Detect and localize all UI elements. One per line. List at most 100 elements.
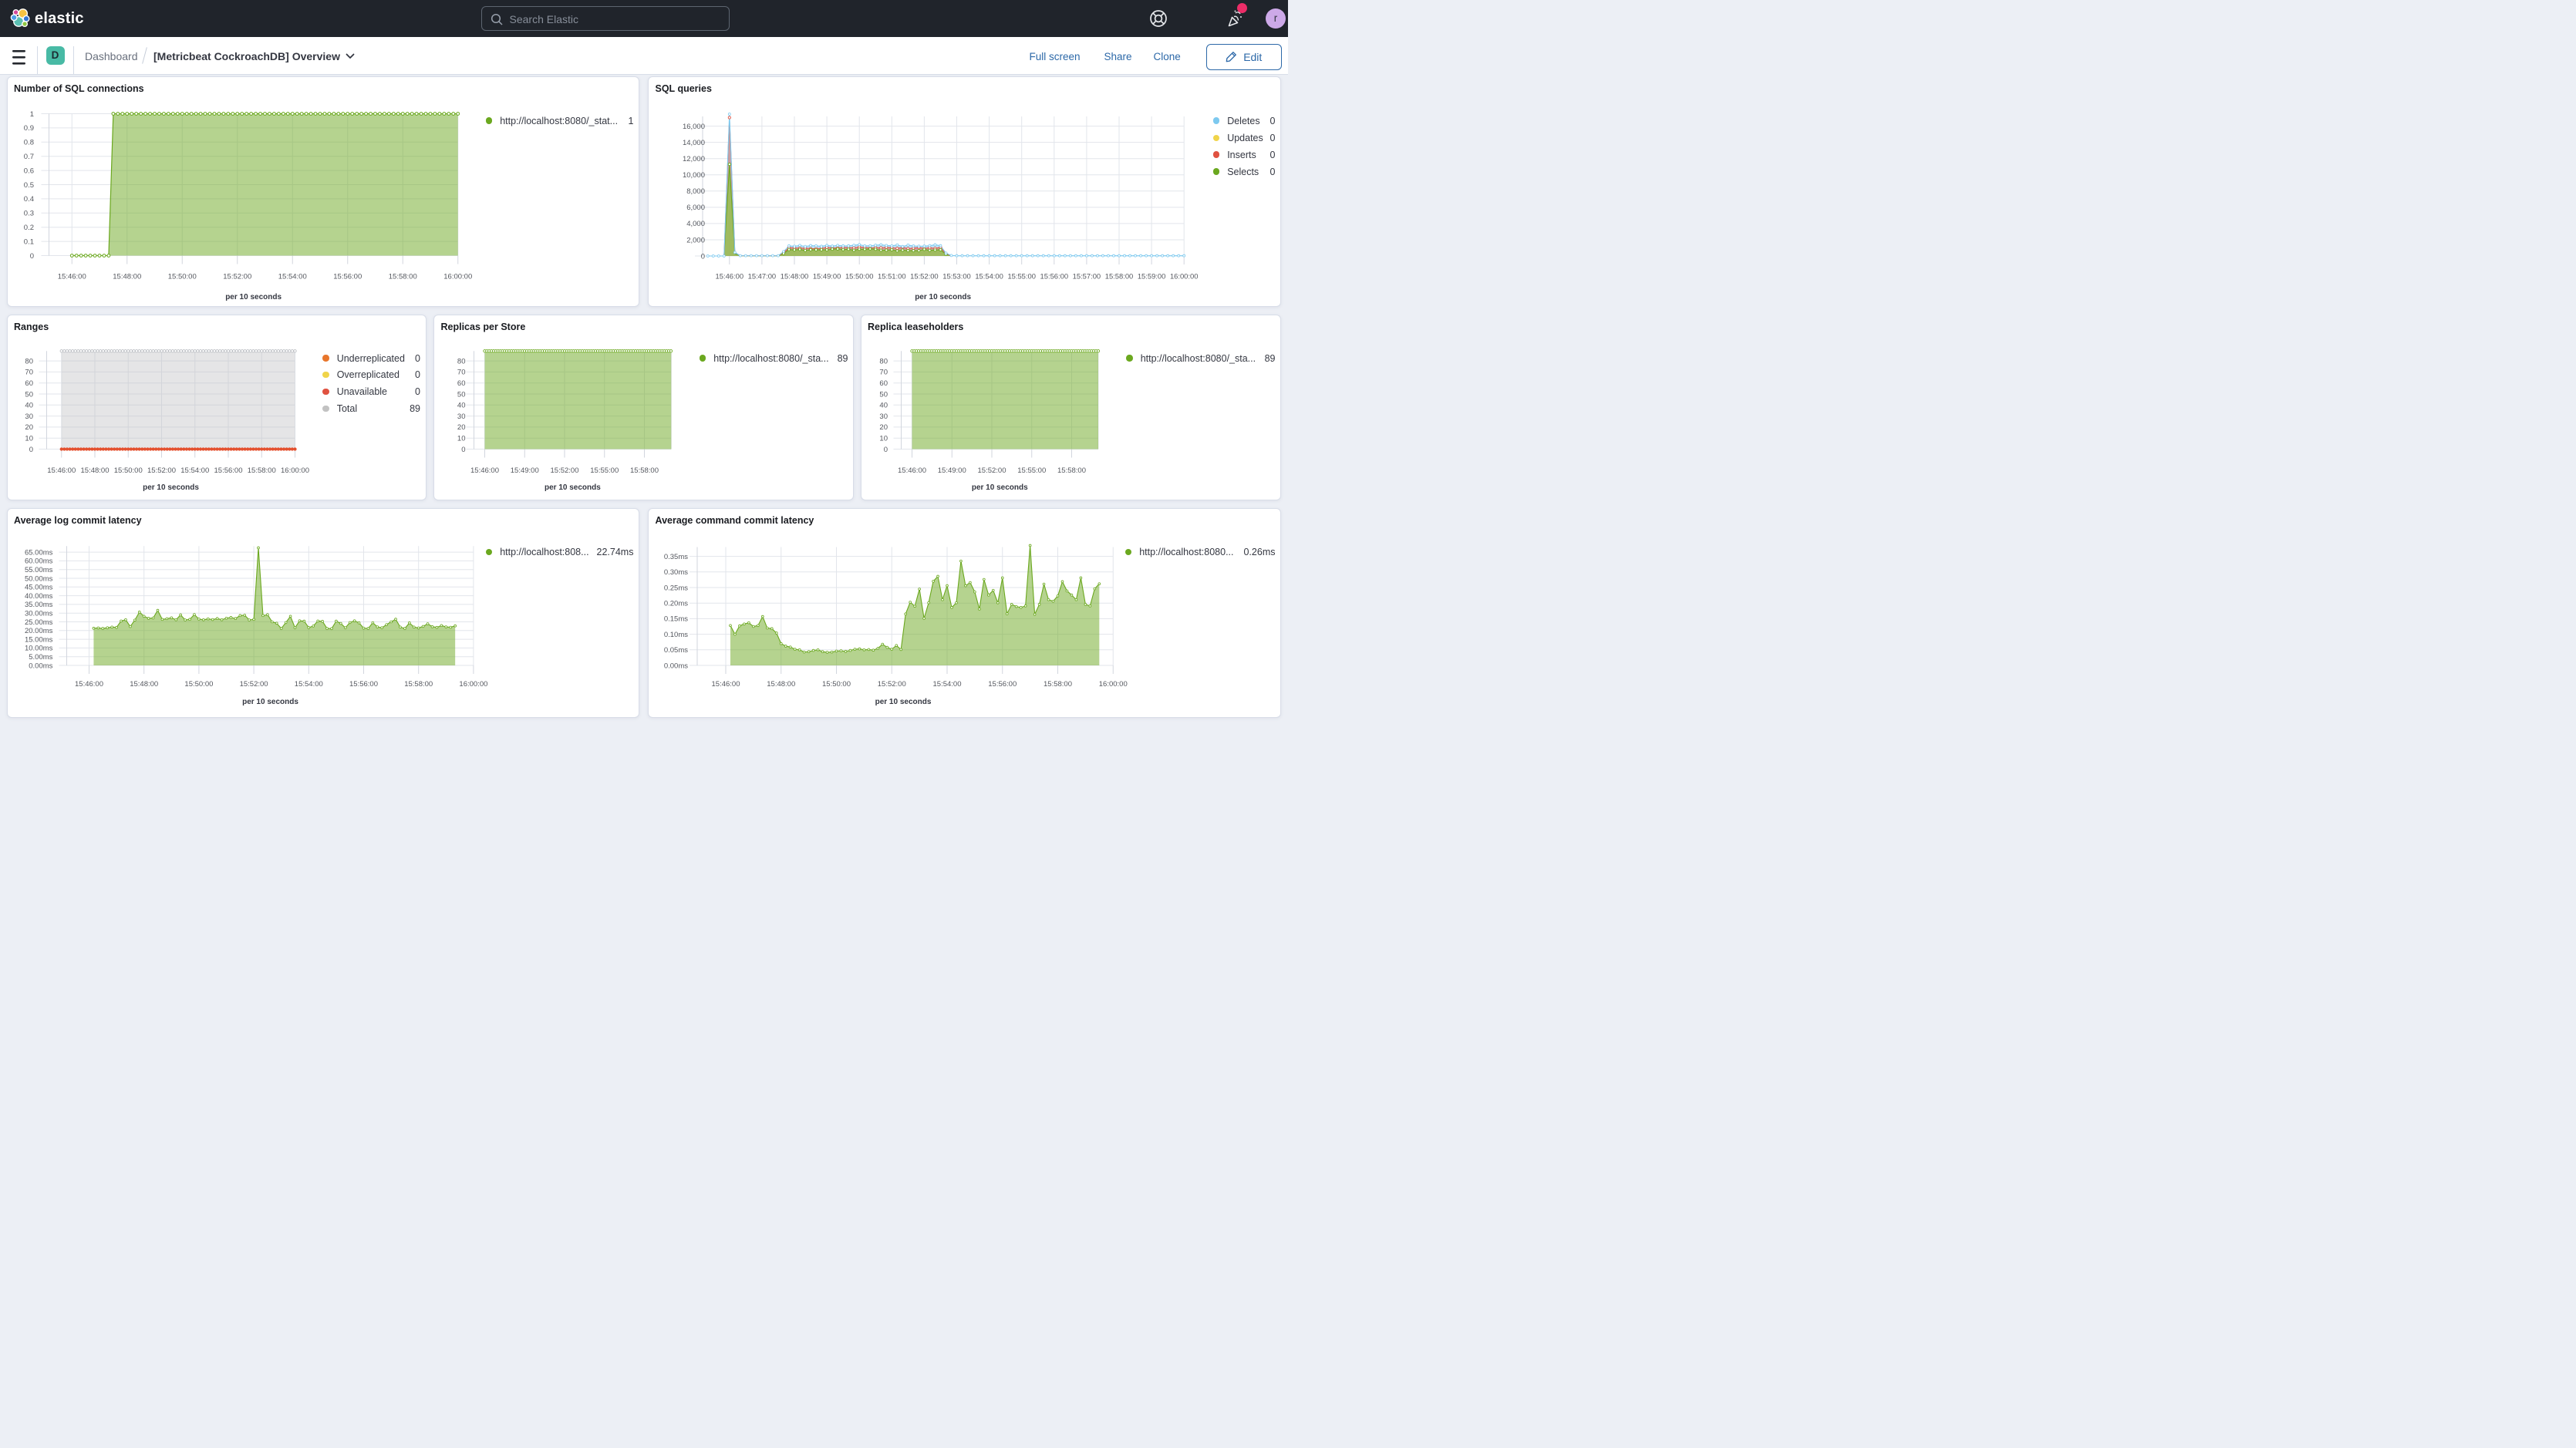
- svg-text:0.7: 0.7: [23, 153, 33, 161]
- svg-text:15:58:00: 15:58:00: [1044, 679, 1072, 688]
- svg-text:30: 30: [25, 413, 33, 421]
- svg-text:50: 50: [457, 390, 466, 399]
- svg-text:0.6: 0.6: [23, 167, 33, 175]
- svg-text:15:55:00: 15:55:00: [1007, 271, 1036, 280]
- svg-text:0.20ms: 0.20ms: [664, 599, 688, 608]
- svg-text:2,000: 2,000: [686, 236, 705, 244]
- svg-text:60.00ms: 60.00ms: [24, 557, 52, 565]
- svg-text:20.00ms: 20.00ms: [24, 627, 52, 635]
- svg-text:10: 10: [457, 435, 466, 443]
- svg-text:50.00ms: 50.00ms: [24, 574, 52, 583]
- svg-text:15:54:00: 15:54:00: [278, 272, 306, 281]
- svg-text:15:56:00: 15:56:00: [333, 272, 362, 281]
- svg-text:0.05ms: 0.05ms: [664, 646, 688, 655]
- svg-text:0.5: 0.5: [23, 180, 33, 189]
- svg-text:0.15ms: 0.15ms: [664, 615, 688, 623]
- svg-text:15:46:00: 15:46:00: [898, 466, 926, 475]
- svg-text:0.10ms: 0.10ms: [664, 630, 688, 638]
- svg-text:0.30ms: 0.30ms: [664, 568, 688, 577]
- svg-text:0.00ms: 0.00ms: [664, 662, 688, 670]
- svg-text:per 10 seconds: per 10 seconds: [915, 293, 971, 301]
- svg-text:15:50:00: 15:50:00: [167, 272, 196, 281]
- svg-text:15:46:00: 15:46:00: [47, 466, 76, 475]
- svg-text:55.00ms: 55.00ms: [24, 566, 52, 574]
- svg-text:20: 20: [879, 423, 888, 432]
- svg-text:70: 70: [457, 369, 466, 377]
- svg-text:15:48:00: 15:48:00: [130, 679, 158, 688]
- svg-text:15:46:00: 15:46:00: [716, 271, 744, 280]
- svg-text:30.00ms: 30.00ms: [24, 609, 52, 618]
- svg-text:15:46:00: 15:46:00: [470, 466, 499, 475]
- svg-text:20: 20: [457, 423, 466, 432]
- svg-text:8,000: 8,000: [686, 187, 705, 196]
- svg-text:15:52:00: 15:52:00: [147, 466, 176, 475]
- svg-text:16:00:00: 16:00:00: [1170, 271, 1199, 280]
- svg-text:15:58:00: 15:58:00: [388, 272, 416, 281]
- svg-text:16:00:00: 16:00:00: [443, 272, 472, 281]
- svg-text:15:49:00: 15:49:00: [511, 466, 539, 475]
- svg-text:0.3: 0.3: [23, 209, 33, 217]
- svg-text:30: 30: [879, 413, 888, 421]
- svg-text:5.00ms: 5.00ms: [29, 653, 52, 662]
- svg-text:15:46:00: 15:46:00: [75, 679, 103, 688]
- svg-text:16:00:00: 16:00:00: [1099, 679, 1128, 688]
- svg-text:40: 40: [879, 402, 888, 410]
- svg-text:0: 0: [461, 446, 465, 454]
- svg-text:40: 40: [457, 402, 466, 410]
- svg-text:15:50:00: 15:50:00: [845, 271, 874, 280]
- svg-text:0.25ms: 0.25ms: [664, 584, 688, 592]
- svg-text:6,000: 6,000: [686, 204, 705, 212]
- svg-text:60: 60: [879, 379, 888, 388]
- svg-text:15:50:00: 15:50:00: [184, 679, 213, 688]
- svg-text:15:56:00: 15:56:00: [349, 679, 378, 688]
- svg-text:0: 0: [701, 252, 705, 261]
- svg-text:15:48:00: 15:48:00: [113, 272, 141, 281]
- svg-text:per 10 seconds: per 10 seconds: [225, 293, 282, 301]
- svg-text:40.00ms: 40.00ms: [24, 591, 52, 600]
- svg-text:15:56:00: 15:56:00: [214, 466, 242, 475]
- svg-text:70: 70: [25, 369, 33, 377]
- svg-text:30: 30: [457, 413, 466, 421]
- svg-text:15:52:00: 15:52:00: [910, 271, 939, 280]
- svg-text:50: 50: [879, 390, 888, 399]
- svg-text:per 10 seconds: per 10 seconds: [875, 698, 932, 706]
- svg-text:70: 70: [879, 369, 888, 377]
- svg-text:15:58:00: 15:58:00: [630, 466, 659, 475]
- svg-text:10: 10: [879, 435, 888, 443]
- svg-text:0: 0: [883, 446, 887, 454]
- svg-text:14,000: 14,000: [683, 138, 705, 146]
- svg-text:15:47:00: 15:47:00: [748, 271, 777, 280]
- svg-text:15:52:00: 15:52:00: [977, 466, 1006, 475]
- svg-text:15:49:00: 15:49:00: [813, 271, 841, 280]
- svg-text:15:58:00: 15:58:00: [1105, 271, 1134, 280]
- svg-text:16:00:00: 16:00:00: [281, 466, 309, 475]
- svg-text:60: 60: [25, 379, 33, 388]
- svg-text:15:55:00: 15:55:00: [590, 466, 619, 475]
- svg-text:40: 40: [25, 402, 33, 410]
- svg-text:15:48:00: 15:48:00: [781, 271, 809, 280]
- svg-text:25.00ms: 25.00ms: [24, 618, 52, 626]
- svg-text:15:52:00: 15:52:00: [223, 272, 251, 281]
- svg-text:15:54:00: 15:54:00: [975, 271, 1003, 280]
- svg-text:0.8: 0.8: [23, 138, 33, 146]
- svg-text:0.9: 0.9: [23, 124, 33, 133]
- svg-text:60: 60: [457, 379, 466, 388]
- svg-text:16:00:00: 16:00:00: [459, 679, 487, 688]
- svg-text:per 10 seconds: per 10 seconds: [545, 483, 601, 492]
- svg-text:10,000: 10,000: [683, 171, 705, 180]
- svg-text:20: 20: [25, 423, 33, 432]
- svg-text:80: 80: [457, 357, 466, 365]
- svg-text:50: 50: [25, 390, 33, 399]
- svg-text:35.00ms: 35.00ms: [24, 601, 52, 609]
- svg-text:0.00ms: 0.00ms: [29, 662, 52, 670]
- svg-text:12,000: 12,000: [683, 155, 705, 163]
- svg-text:15:54:00: 15:54:00: [294, 679, 322, 688]
- svg-text:80: 80: [879, 357, 888, 365]
- svg-text:15:46:00: 15:46:00: [712, 679, 740, 688]
- svg-text:1: 1: [29, 109, 33, 118]
- svg-text:65.00ms: 65.00ms: [24, 548, 52, 557]
- svg-text:15:51:00: 15:51:00: [878, 271, 906, 280]
- svg-text:0.4: 0.4: [23, 195, 33, 204]
- svg-text:0.2: 0.2: [23, 224, 33, 232]
- svg-text:80: 80: [25, 357, 33, 365]
